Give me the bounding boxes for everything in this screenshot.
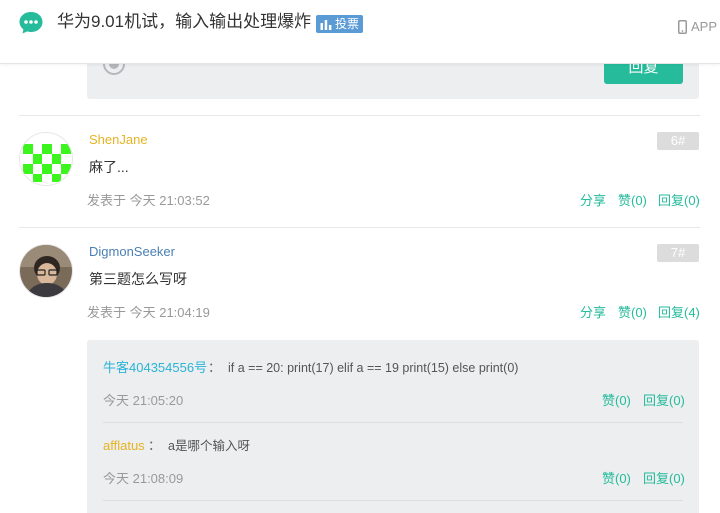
bar-chart-icon (320, 19, 332, 30)
photo-avatar-icon (20, 245, 72, 297)
sub-comment-time: 今天 21:08:09 (103, 471, 184, 486)
green-checker-avatar-icon (20, 133, 72, 185)
sub-comment-like-button[interactable]: 赞(0) (602, 393, 631, 409)
sub-comment-username[interactable]: afflatus (103, 438, 145, 454)
sub-comment-text: if a == 20: print(17) elif a == 19 print… (228, 361, 519, 375)
sub-comment-like-button[interactable]: 赞(0) (602, 471, 631, 487)
sub-comment-username[interactable]: 牛客404354556号 (103, 360, 207, 376)
avatar[interactable] (19, 132, 73, 186)
post-username[interactable]: DigmonSeeker (89, 244, 175, 260)
reply-button[interactable]: 回复(0) (658, 193, 700, 209)
avatar[interactable] (19, 244, 73, 298)
post-content: 麻了... (89, 159, 129, 175)
sub-comment-reply-button[interactable]: 回复(0) (643, 393, 685, 409)
page-header: 华为9.01机试，输入输出处理爆炸 投票 APP (0, 0, 720, 64)
post-username[interactable]: ShenJane (89, 132, 148, 148)
sub-comment-separator: ： (148, 438, 162, 453)
vote-badge-label: 投票 (335, 17, 360, 31)
sub-comment-divider (103, 422, 683, 423)
share-button[interactable]: 分享 (580, 193, 606, 209)
floor-number-badge: 6# (657, 132, 699, 150)
reply-button[interactable]: 回复(4) (658, 305, 700, 321)
mobile-phone-icon (678, 19, 687, 34)
like-button[interactable]: 赞(0) (618, 305, 647, 321)
post-divider (19, 227, 700, 228)
page-title: 华为9.01机试，输入输出处理爆炸 (57, 12, 312, 31)
app-link-label: APP (691, 19, 718, 34)
sub-comment-text: a是哪个输入呀 (168, 439, 250, 453)
vote-badge[interactable]: 投票 (316, 15, 364, 33)
post-timestamp: 发表于 今天 21:04:19 (87, 305, 210, 320)
sub-comment-time: 今天 21:05:20 (103, 393, 184, 408)
post-timestamp: 发表于 今天 21:03:52 (87, 193, 210, 208)
app-download-link[interactable]: APP (678, 19, 717, 34)
chat-bubble-logo-icon[interactable] (18, 11, 44, 35)
like-button[interactable]: 赞(0) (618, 193, 647, 209)
post-content: 第三题怎么写呀 (89, 271, 187, 287)
sub-comment-divider (103, 500, 683, 501)
sub-comment-separator: ： (208, 360, 222, 375)
floor-number-badge: 7# (657, 244, 699, 262)
share-button[interactable]: 分享 (580, 305, 606, 321)
sub-comment-reply-button[interactable]: 回复(0) (643, 471, 685, 487)
post-divider (19, 115, 700, 116)
